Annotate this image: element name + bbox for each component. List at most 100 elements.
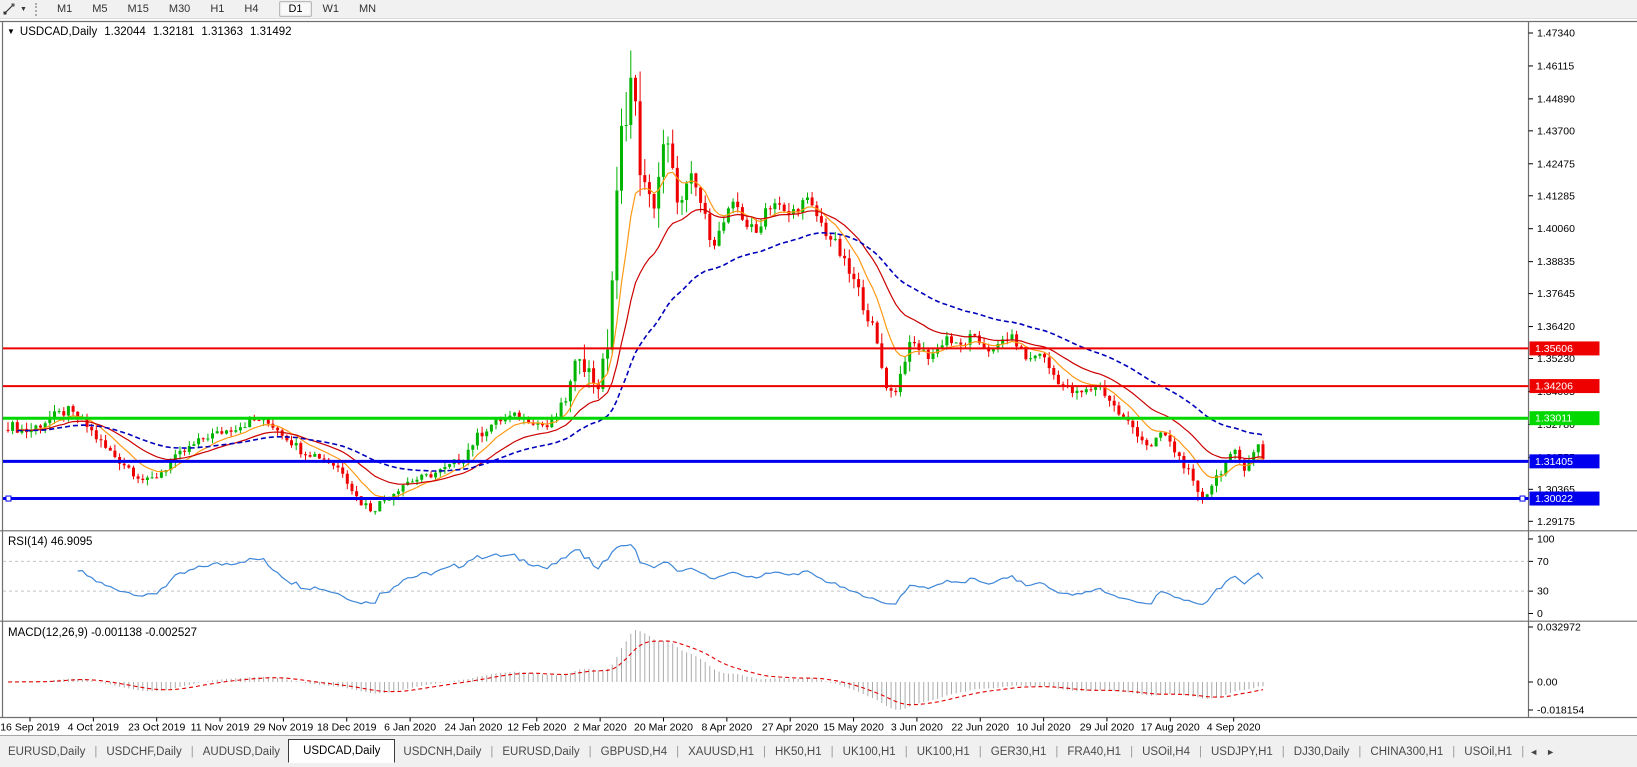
chart-tab-bar: EURUSD,Daily|USDCHF,Daily|AUDUSD,DailyUS… bbox=[0, 735, 1637, 767]
tab-separator: | bbox=[763, 746, 766, 758]
rsi-panel: 10070300 bbox=[3, 534, 1555, 621]
toolbar-grip[interactable] bbox=[35, 3, 41, 16]
svg-text:16 Sep 2019: 16 Sep 2019 bbox=[0, 722, 60, 734]
triangle-down-icon[interactable]: ▼ bbox=[7, 27, 15, 36]
chart-tab-usdchf-daily[interactable]: USDCHF,Daily bbox=[98, 742, 189, 762]
tab-separator: | bbox=[490, 746, 493, 758]
timeframe-button-h1[interactable]: H1 bbox=[201, 1, 233, 17]
chart-tab-uk100-h1[interactable]: UK100,H1 bbox=[835, 742, 904, 762]
close-value: 1.31492 bbox=[250, 26, 292, 38]
chart-tab-eurusd-daily[interactable]: EURUSD,Daily bbox=[0, 742, 93, 762]
chart-title: ▼USDCAD,Daily1.320441.321811.313631.3149… bbox=[7, 26, 292, 38]
timeframe-button-mn[interactable]: MN bbox=[350, 1, 385, 17]
svg-text:1.43700: 1.43700 bbox=[1537, 125, 1575, 137]
svg-text:27 Apr 2020: 27 Apr 2020 bbox=[762, 722, 819, 734]
svg-text:70: 70 bbox=[1537, 556, 1549, 568]
svg-text:-0.018154: -0.018154 bbox=[1537, 705, 1584, 717]
macd-indicator-label: MACD(12,26,9) -0.001138 -0.002527 bbox=[8, 627, 197, 639]
timeframe-button-m1[interactable]: M1 bbox=[48, 1, 81, 17]
caret-down-icon[interactable]: ▼ bbox=[20, 6, 27, 13]
svg-text:23 Oct 2019: 23 Oct 2019 bbox=[128, 722, 185, 734]
svg-text:29 Nov 2019: 29 Nov 2019 bbox=[254, 722, 314, 734]
line-study-cursor-icon[interactable] bbox=[2, 2, 18, 16]
svg-text:1.30022: 1.30022 bbox=[1535, 493, 1573, 505]
svg-text:22 Jun 2020: 22 Jun 2020 bbox=[951, 722, 1009, 734]
svg-text:1.46115: 1.46115 bbox=[1537, 60, 1574, 72]
svg-text:1.38835: 1.38835 bbox=[1537, 256, 1575, 268]
timeframe-button-d1[interactable]: D1 bbox=[279, 1, 311, 17]
tabs-scroll-left-icon[interactable]: ◄ bbox=[1529, 747, 1538, 757]
chart-tab-usoil-h1[interactable]: USOil,H1 bbox=[1456, 742, 1520, 762]
rsi-line bbox=[78, 545, 1263, 605]
svg-text:3 Jun 2020: 3 Jun 2020 bbox=[891, 722, 943, 734]
tab-separator: | bbox=[1199, 746, 1202, 758]
timeframe-button-m5[interactable]: M5 bbox=[83, 1, 116, 17]
svg-text:1.37645: 1.37645 bbox=[1537, 288, 1575, 300]
hline-handle-left[interactable] bbox=[6, 496, 11, 501]
svg-text:4 Sep 2020: 4 Sep 2020 bbox=[1207, 722, 1261, 734]
tab-separator: | bbox=[905, 746, 908, 758]
timeframe-button-h4[interactable]: H4 bbox=[235, 1, 267, 17]
svg-text:1.40060: 1.40060 bbox=[1537, 223, 1575, 235]
hline-handle-right[interactable] bbox=[1520, 496, 1525, 501]
mt4-window: 1.473401.461151.448901.437001.424751.412… bbox=[0, 0, 1637, 766]
svg-text:1.41285: 1.41285 bbox=[1537, 190, 1575, 202]
toolbar: ▼ M1M5M15M30H1H4 D1W1MN bbox=[0, 0, 1637, 19]
chart-tab-uk100-h1[interactable]: UK100,H1 bbox=[909, 742, 978, 762]
chart-tab-dj30-daily[interactable]: DJ30,Daily bbox=[1286, 742, 1358, 762]
low-value: 1.31363 bbox=[201, 26, 243, 38]
timeframe-buttons: M1M5M15M30H1H4 D1W1MN bbox=[47, 3, 396, 15]
chart-tab-china300-h1[interactable]: CHINA300,H1 bbox=[1362, 742, 1451, 762]
svg-text:1.36420: 1.36420 bbox=[1537, 321, 1575, 333]
chart-tab-eurusd-daily[interactable]: EURUSD,Daily bbox=[494, 742, 587, 762]
svg-text:1.31405: 1.31405 bbox=[1535, 456, 1573, 468]
macd-panel: 0.0329720.00-0.018154 bbox=[8, 622, 1584, 717]
svg-text:8 Apr 2020: 8 Apr 2020 bbox=[701, 722, 752, 734]
svg-text:2 Mar 2020: 2 Mar 2020 bbox=[574, 722, 627, 734]
moving-averages bbox=[17, 172, 1263, 497]
svg-text:24 Jan 2020: 24 Jan 2020 bbox=[445, 722, 503, 734]
high-value: 1.32181 bbox=[153, 26, 195, 38]
chart-tab-audusd-daily[interactable]: AUDUSD,Daily bbox=[195, 742, 288, 762]
tab-separator: | bbox=[831, 746, 834, 758]
chart-tab-xauusd-h1[interactable]: XAUUSD,H1 bbox=[680, 742, 762, 762]
svg-text:1.44890: 1.44890 bbox=[1537, 93, 1575, 105]
tab-separator: | bbox=[1521, 746, 1524, 758]
chart-tab-usoil-h4[interactable]: USOil,H4 bbox=[1134, 742, 1198, 762]
chart-tab-usdcad-daily[interactable]: USDCAD,Daily bbox=[288, 739, 395, 763]
price-axis[interactable]: 1.473401.461151.448901.437001.424751.412… bbox=[1529, 28, 1576, 528]
tab-separator: | bbox=[94, 746, 97, 758]
svg-text:6 Jan 2020: 6 Jan 2020 bbox=[384, 722, 436, 734]
tab-separator: | bbox=[589, 746, 592, 758]
tabs-scroll-right-icon[interactable]: ► bbox=[1546, 747, 1555, 757]
svg-text:11 Nov 2019: 11 Nov 2019 bbox=[191, 722, 250, 734]
svg-text:15 May 2020: 15 May 2020 bbox=[823, 722, 884, 734]
chart-tab-usdjpy-h1[interactable]: USDJPY,H1 bbox=[1203, 742, 1281, 762]
timeframe-button-w1[interactable]: W1 bbox=[314, 1, 349, 17]
tab-separator: | bbox=[676, 746, 679, 758]
tab-separator: | bbox=[1282, 746, 1285, 758]
chart-tab-ger30-h1[interactable]: GER30,H1 bbox=[983, 742, 1055, 762]
chart-canvas[interactable]: 1.473401.461151.448901.437001.424751.412… bbox=[0, 0, 1637, 766]
tab-separator: | bbox=[1452, 746, 1455, 758]
chart-tab-usdcnh-daily[interactable]: USDCNH,Daily bbox=[395, 742, 489, 762]
chart-tab-hk50-h1[interactable]: HK50,H1 bbox=[767, 742, 830, 762]
svg-text:4 Oct 2019: 4 Oct 2019 bbox=[68, 722, 120, 734]
timeframe-button-m30[interactable]: M30 bbox=[160, 1, 199, 17]
svg-text:1.35606: 1.35606 bbox=[1535, 343, 1573, 355]
medium-ma-line bbox=[17, 209, 1263, 484]
timeframe-button-m15[interactable]: M15 bbox=[119, 1, 158, 17]
chart-tab-fra40-h1[interactable]: FRA40,H1 bbox=[1059, 742, 1129, 762]
pane-borders bbox=[0, 22, 1637, 718]
macd-histogram bbox=[8, 630, 1263, 710]
svg-text:0: 0 bbox=[1537, 608, 1543, 620]
svg-text:10 Jul 2020: 10 Jul 2020 bbox=[1016, 722, 1070, 734]
chart-tab-gbpusd-h4[interactable]: GBPUSD,H4 bbox=[593, 742, 675, 762]
svg-text:17 Aug 2020: 17 Aug 2020 bbox=[1141, 722, 1200, 734]
svg-text:20 Mar 2020: 20 Mar 2020 bbox=[634, 722, 693, 734]
symbol-period-label: USDCAD,Daily bbox=[20, 26, 97, 38]
svg-text:1.34206: 1.34206 bbox=[1535, 381, 1573, 393]
svg-text:1.47340: 1.47340 bbox=[1537, 28, 1575, 40]
date-axis[interactable]: 16 Sep 2019 4 Oct 2019 23 Oct 2019 11 Nov 2… bbox=[0, 718, 1260, 734]
svg-text:30: 30 bbox=[1537, 586, 1549, 598]
